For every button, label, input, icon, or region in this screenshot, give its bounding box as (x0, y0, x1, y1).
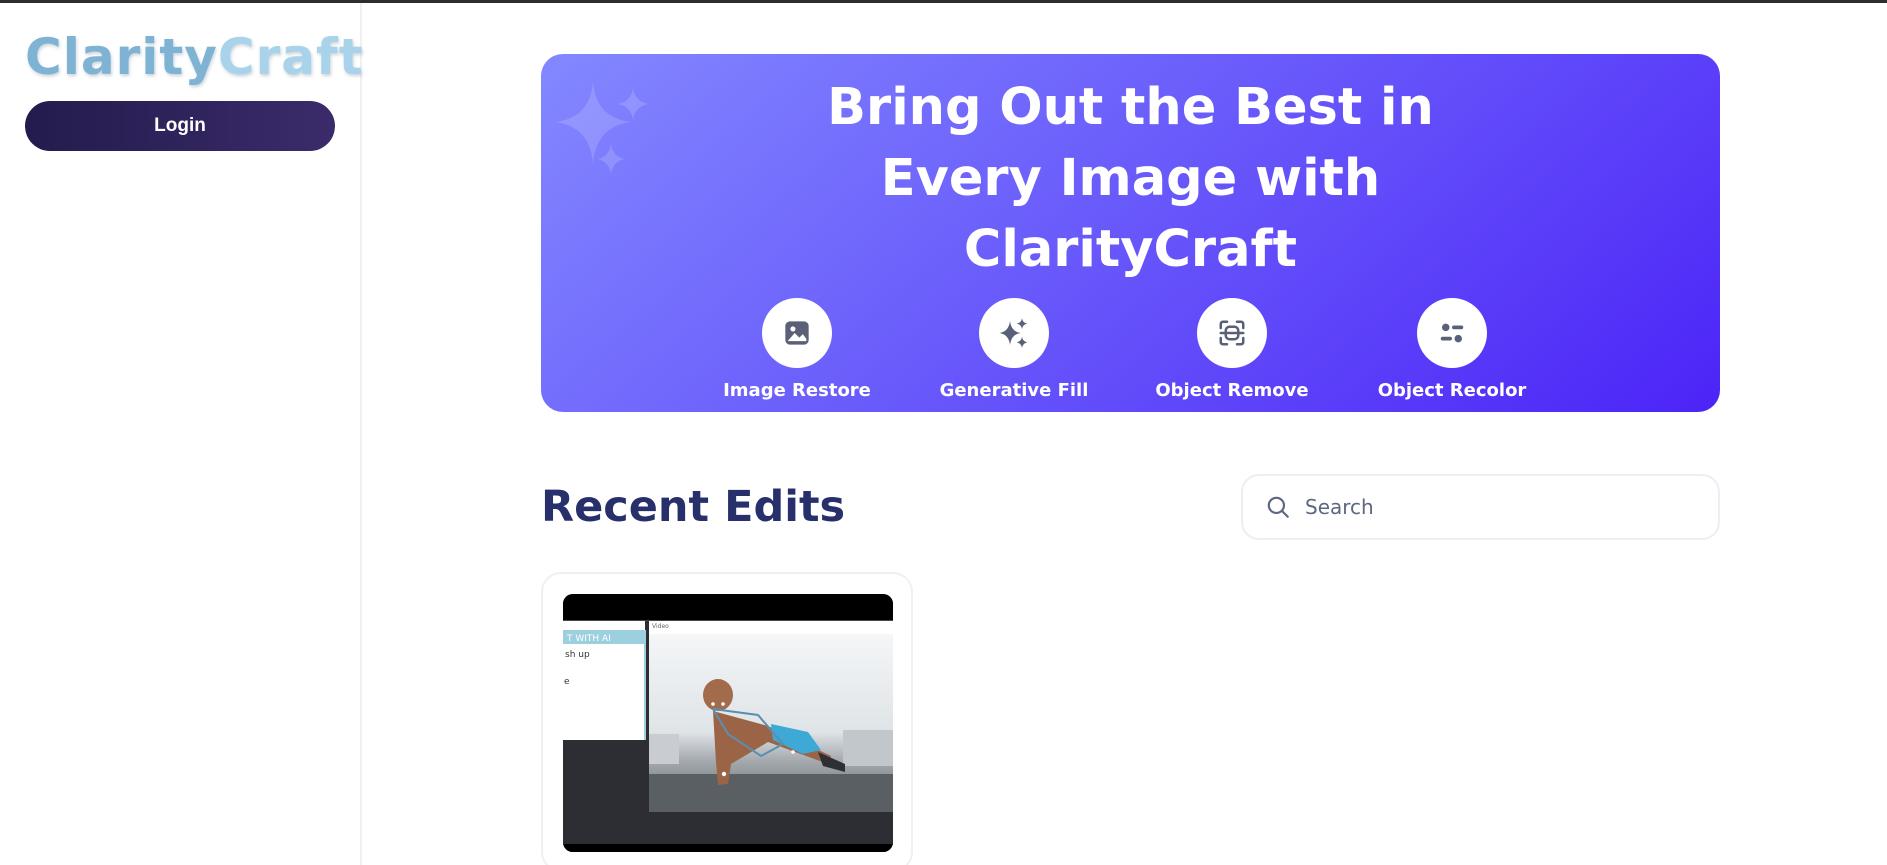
hero-banner: Bring Out the Best in Every Image with C… (541, 54, 1720, 412)
scan-object-icon (1219, 320, 1245, 346)
recent-edit-card[interactable]: T WITH AI sh up e Video (541, 572, 913, 865)
feature-label: Image Restore (723, 380, 871, 401)
feature-object-recolor[interactable]: Object Recolor (1357, 298, 1547, 401)
thumb-titlebar: Video (652, 623, 669, 630)
search-input[interactable] (1305, 495, 1685, 519)
sidebar: ClarityCraft Login (0, 3, 364, 865)
thumb-text: sh up (565, 650, 590, 660)
hero-title: Bring Out the Best in Every Image with C… (541, 72, 1720, 285)
edit-thumbnail[interactable]: T WITH AI sh up e Video (563, 594, 893, 852)
login-button[interactable]: Login (25, 101, 335, 151)
hero-title-line: Bring Out the Best in (827, 78, 1434, 137)
thumbnail-image: T WITH AI sh up e Video (563, 594, 893, 852)
feature-icon-circle[interactable] (1197, 298, 1267, 368)
logo-part-clarity: Clarity (25, 28, 218, 86)
feature-label: Object Recolor (1377, 380, 1527, 401)
logo-part-craft: Craft (217, 28, 364, 86)
search-box[interactable] (1241, 474, 1720, 540)
feature-object-remove[interactable]: Object Remove (1137, 298, 1327, 401)
recent-edits-heading: Recent Edits (541, 482, 846, 532)
thumb-text: e (564, 677, 570, 687)
sliders-icon (1440, 323, 1464, 343)
hero-title-line: Every Image with (880, 149, 1381, 208)
feature-icon-circle[interactable] (762, 298, 832, 368)
image-icon (785, 321, 809, 345)
feature-icon-circle[interactable] (1417, 298, 1487, 368)
feature-image-restore[interactable]: Image Restore (702, 298, 892, 401)
app-logo[interactable]: ClarityCraft (25, 27, 364, 87)
sparkles-icon (999, 318, 1028, 348)
feature-generative-fill[interactable]: Generative Fill (919, 298, 1109, 401)
feature-label: Generative Fill (939, 380, 1089, 401)
feature-icon-circle[interactable] (979, 298, 1049, 368)
thumb-text: T WITH AI (566, 634, 611, 644)
search-icon (1267, 496, 1289, 518)
feature-label: Object Remove (1155, 380, 1309, 401)
hero-title-line: ClarityCraft (963, 220, 1298, 279)
